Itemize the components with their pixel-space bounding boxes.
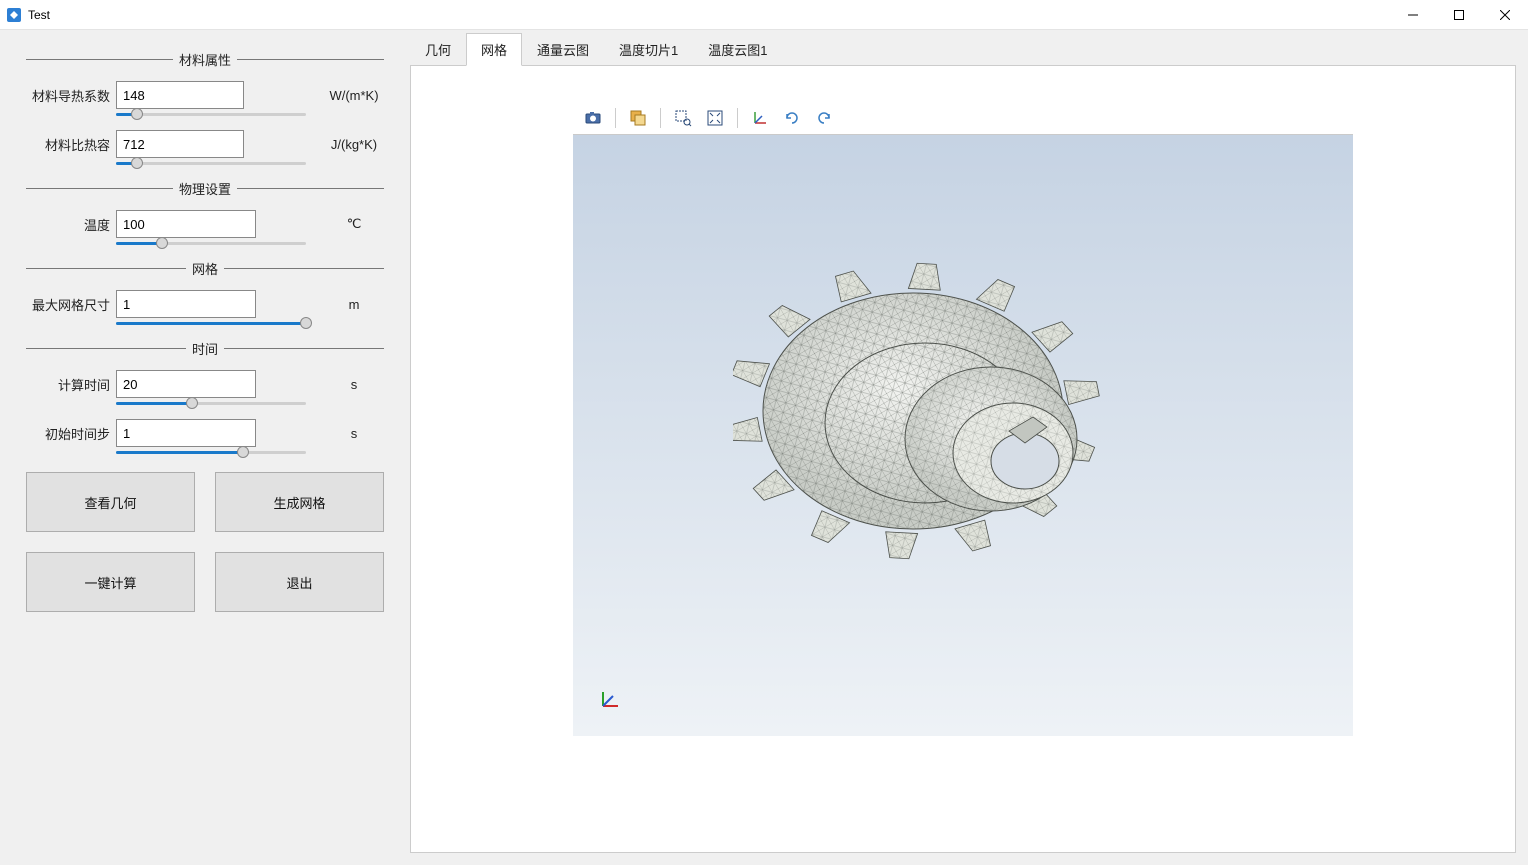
axes-icon[interactable]: [746, 105, 774, 131]
slider-max-mesh-size[interactable]: [116, 322, 306, 325]
label-max-mesh-size: 最大网格尺寸: [26, 295, 116, 314]
group-mesh: 网格 最大网格尺寸 m: [12, 259, 398, 325]
zoom-box-icon[interactable]: [669, 105, 697, 131]
view-tabs: 几何 网格 通量云图 温度切片1 温度云图1: [410, 38, 1516, 66]
label-temperature: 温度: [26, 215, 116, 234]
unit-temperature: ℃: [324, 216, 384, 232]
unit-thermal-conductivity: W/(m*K): [324, 88, 384, 103]
input-initial-step[interactable]: [116, 419, 256, 447]
unit-max-mesh-size: m: [324, 297, 384, 312]
input-temperature[interactable]: [116, 210, 256, 238]
label-compute-time: 计算时间: [26, 375, 116, 394]
compute-button[interactable]: 一键计算: [26, 552, 195, 612]
unit-specific-heat: J/(kg*K): [324, 137, 384, 152]
view-geometry-button[interactable]: 查看几何: [26, 472, 195, 532]
title-bar: Test: [0, 0, 1528, 30]
slider-thermal-conductivity[interactable]: [116, 113, 306, 116]
group-material: 材料属性 材料导热系数 W/(m*K) 材料比热容 J/(kg*K): [12, 50, 398, 165]
fit-view-icon[interactable]: [701, 105, 729, 131]
input-thermal-conductivity[interactable]: [116, 81, 244, 109]
main-pane: 几何 网格 通量云图 温度切片1 温度云图1: [410, 30, 1528, 865]
viewport-3d[interactable]: [573, 101, 1353, 736]
group-title-material: 材料属性: [173, 50, 237, 69]
group-title-physics: 物理设置: [173, 179, 237, 198]
camera-icon[interactable]: [579, 105, 607, 131]
view-frame: [410, 66, 1516, 853]
slider-temperature[interactable]: [116, 242, 306, 245]
minimize-button[interactable]: [1390, 0, 1436, 30]
group-title-time: 时间: [186, 339, 224, 358]
group-physics: 物理设置 温度 ℃: [12, 179, 398, 245]
label-initial-step: 初始时间步: [26, 424, 116, 443]
input-specific-heat[interactable]: [116, 130, 244, 158]
rotate-ccw-icon[interactable]: [778, 105, 806, 131]
slider-initial-step[interactable]: [116, 451, 306, 454]
viewport-toolbar: [573, 101, 1353, 135]
window-controls: [1390, 0, 1528, 30]
app-icon: [6, 7, 22, 23]
label-specific-heat: 材料比热容: [26, 135, 116, 154]
tab-mesh[interactable]: 网格: [466, 33, 522, 66]
label-thermal-conductivity: 材料导热系数: [26, 86, 116, 105]
input-max-mesh-size[interactable]: [116, 290, 256, 318]
unit-initial-step: s: [324, 426, 384, 441]
layers-icon[interactable]: [624, 105, 652, 131]
mesh-model-gear: [733, 201, 1153, 611]
close-button[interactable]: [1482, 0, 1528, 30]
rotate-cw-icon[interactable]: [810, 105, 838, 131]
action-buttons: 查看几何 生成网格 一键计算 退出: [12, 468, 398, 616]
axis-gizmo-icon: [597, 688, 621, 712]
tab-flux[interactable]: 通量云图: [522, 33, 604, 66]
maximize-button[interactable]: [1436, 0, 1482, 30]
slider-compute-time[interactable]: [116, 402, 306, 405]
input-compute-time[interactable]: [116, 370, 256, 398]
slider-specific-heat[interactable]: [116, 162, 306, 165]
tab-geometry[interactable]: 几何: [410, 33, 466, 66]
exit-button[interactable]: 退出: [215, 552, 384, 612]
unit-compute-time: s: [324, 377, 384, 392]
group-time: 时间 计算时间 s 初始时间步 s: [12, 339, 398, 454]
group-title-mesh: 网格: [186, 259, 224, 278]
window-title: Test: [28, 8, 50, 22]
tab-temp-slice[interactable]: 温度切片1: [604, 33, 693, 66]
settings-sidebar: 材料属性 材料导热系数 W/(m*K) 材料比热容 J/(kg*K) 物理设置 …: [0, 30, 410, 865]
generate-mesh-button[interactable]: 生成网格: [215, 472, 384, 532]
tab-temp-cloud[interactable]: 温度云图1: [693, 33, 782, 66]
